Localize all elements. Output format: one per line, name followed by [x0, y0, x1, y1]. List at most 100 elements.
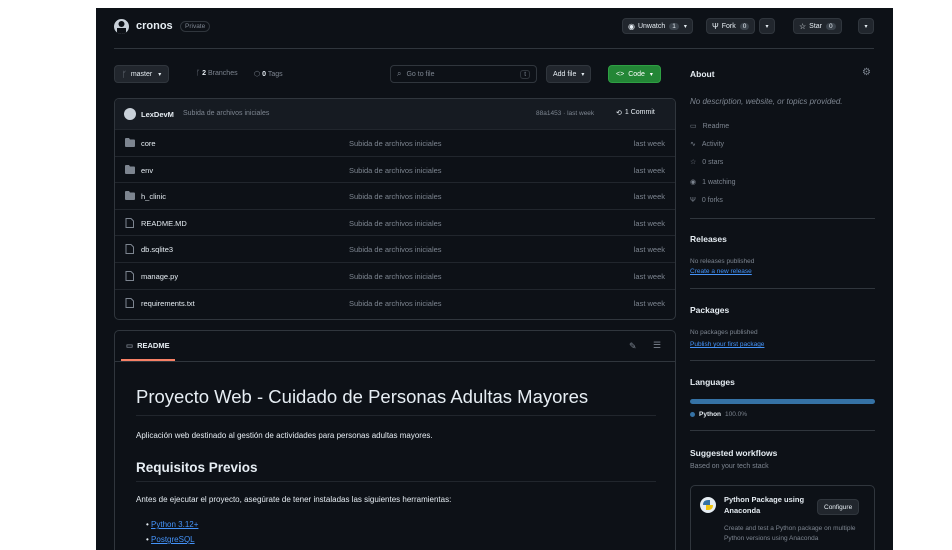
- fork-icon: Ψ: [712, 21, 719, 31]
- go-to-file-input[interactable]: ⌕ Go to file t: [390, 65, 537, 83]
- history-icon: ⟲: [616, 110, 622, 117]
- tags-link[interactable]: ⬡ 0 Tags: [254, 70, 283, 78]
- table-row[interactable]: requirements.txt Subida de archivos inici…: [115, 288, 675, 315]
- packages-text: No packages published: [690, 329, 758, 336]
- file-commit-message[interactable]: Subida de archivos iniciales: [349, 272, 442, 281]
- code-icon: <>: [616, 70, 625, 78]
- chevron-down-icon: ▾: [683, 23, 687, 30]
- language-bar-fill: [690, 399, 875, 404]
- fork-menu-button[interactable]: ▾: [759, 18, 775, 34]
- file-name[interactable]: core: [141, 139, 156, 148]
- commit-hash-time[interactable]: 88a1453 · last week: [536, 110, 594, 117]
- releases-title[interactable]: Releases: [690, 234, 727, 244]
- readme-tab[interactable]: ▭ README: [121, 331, 175, 361]
- about-title: About: [690, 69, 715, 79]
- language-python[interactable]: Python 100.0%: [690, 411, 747, 418]
- branch-selector[interactable]: ᚴ master ▾: [114, 65, 170, 83]
- commit-author[interactable]: LexDevM: [141, 110, 174, 119]
- file-commit-message[interactable]: Subida de archivos iniciales: [349, 245, 442, 254]
- file-commit-time: last week: [633, 245, 665, 255]
- chevron-down-icon: ▾: [864, 23, 868, 30]
- file-commit-message[interactable]: Subida de archivos iniciales: [349, 166, 442, 175]
- table-row[interactable]: db.sqlite3 Subida de archivos iniciales la…: [115, 235, 675, 261]
- stars-link[interactable]: ☆ 0 stars: [690, 158, 723, 167]
- chevron-down-icon: ▾: [581, 71, 585, 78]
- search-icon: ⌕: [397, 69, 402, 78]
- about-description: No description, website, or topics provi…: [690, 97, 843, 106]
- edit-icon[interactable]: ✎: [629, 341, 637, 352]
- chevron-down-icon: ▾: [158, 71, 162, 78]
- pulse-icon: ∿: [690, 141, 696, 148]
- file-commit-message[interactable]: Subida de archivos iniciales: [349, 192, 442, 201]
- repo-header: cronos Private ◉ Unwatch 1 ▾ Ψ Fork 0 ▾ …: [114, 16, 874, 38]
- readme-link[interactable]: ▭ Readme: [690, 122, 729, 131]
- file-name[interactable]: db.sqlite3: [141, 245, 173, 254]
- shortcut-key: t: [520, 69, 530, 79]
- fork-count: 0: [739, 22, 750, 30]
- file-name[interactable]: README.MD: [141, 219, 187, 228]
- author-avatar[interactable]: [124, 108, 136, 120]
- table-row[interactable]: manage.py Subida de archivos iniciales las…: [115, 262, 675, 288]
- watchers-link[interactable]: ◉ 1 watching: [690, 178, 736, 187]
- latest-commit-bar: LexDevM Subida de archivos iniciales 88a…: [115, 99, 675, 129]
- fork-icon: Ψ: [690, 197, 696, 204]
- workflows-title: Suggested workflows: [690, 448, 778, 458]
- file-name[interactable]: h_clinic: [141, 192, 166, 201]
- outline-icon[interactable]: ☰: [653, 340, 661, 351]
- tag-icon: ⬡: [254, 71, 261, 78]
- create-release-link[interactable]: Create a new release: [690, 268, 752, 275]
- table-row[interactable]: h_clinic Subida de archivos iniciales last…: [115, 182, 675, 208]
- book-icon: ▭: [126, 340, 134, 350]
- code-button[interactable]: <> Code ▾: [608, 65, 661, 83]
- star-menu-button[interactable]: ▾: [858, 18, 874, 34]
- file-name[interactable]: requirements.txt: [141, 299, 195, 308]
- readme-description: Aplicación web destinado al gestión de a…: [136, 431, 433, 440]
- packages-title[interactable]: Packages: [690, 305, 729, 315]
- table-row[interactable]: env Subida de archivos iniciales last week: [115, 155, 675, 182]
- file-commit-time: last week: [633, 192, 665, 202]
- configure-button[interactable]: Configure: [817, 499, 860, 515]
- table-row[interactable]: README.MD Subida de archivos iniciales las…: [115, 208, 675, 235]
- file-commit-message[interactable]: Subida de archivos iniciales: [349, 139, 442, 148]
- sidebar-divider: [690, 288, 875, 289]
- file-name[interactable]: manage.py: [141, 272, 178, 281]
- star-count: 0: [826, 22, 836, 30]
- star-icon: ☆: [690, 159, 697, 166]
- sidebar-divider: [690, 430, 875, 431]
- section-underline: [136, 481, 656, 482]
- fork-button[interactable]: Ψ Fork 0: [706, 18, 756, 34]
- star-icon: ☆: [799, 21, 807, 31]
- list-item: • Python 3.12+: [146, 520, 199, 529]
- file-icon: [125, 297, 134, 308]
- folder-icon: [125, 138, 135, 147]
- gear-icon[interactable]: ⚙: [862, 67, 871, 78]
- add-file-button[interactable]: Add file ▾: [546, 65, 592, 83]
- file-commit-time: last week: [633, 165, 665, 175]
- branch-icon: ᚴ: [196, 70, 201, 77]
- releases-text: No releases published: [690, 258, 755, 265]
- watch-count: 1: [669, 22, 679, 30]
- unwatch-button[interactable]: ◉ Unwatch 1 ▾: [622, 18, 693, 34]
- file-commit-message[interactable]: Subida de archivos iniciales: [349, 219, 442, 228]
- language-dot: [690, 412, 695, 417]
- readme-divider: [115, 361, 675, 362]
- repo-name[interactable]: cronos: [136, 20, 173, 32]
- file-list: LexDevM Subida de archivos iniciales 88a…: [114, 98, 676, 320]
- header-divider: [114, 48, 874, 49]
- list-item: • PostgreSQL: [146, 535, 195, 544]
- table-row[interactable]: core Subida de archivos iniciales last wee…: [115, 129, 675, 155]
- commit-message[interactable]: Subida de archivos iniciales: [183, 110, 269, 117]
- file-commit-message[interactable]: Subida de archivos iniciales: [349, 299, 442, 308]
- forks-link[interactable]: Ψ0 forks: [690, 197, 723, 204]
- star-button[interactable]: ☆ Star 0: [793, 18, 842, 34]
- workflow-card-title[interactable]: Python Package using Anaconda: [724, 494, 814, 516]
- eye-icon: ◉: [690, 179, 697, 186]
- activity-link[interactable]: ∿ Activity: [690, 140, 724, 149]
- branches-link[interactable]: ᚴ 2 Branches: [196, 70, 238, 77]
- owner-avatar[interactable]: [114, 19, 129, 34]
- file-name[interactable]: env: [141, 166, 153, 175]
- file-icon: [125, 217, 134, 228]
- section-title: Requisitos Previos: [136, 460, 258, 475]
- publish-package-link[interactable]: Publish your first package: [690, 341, 764, 348]
- commits-link[interactable]: ⟲ 1 Commit: [616, 109, 655, 117]
